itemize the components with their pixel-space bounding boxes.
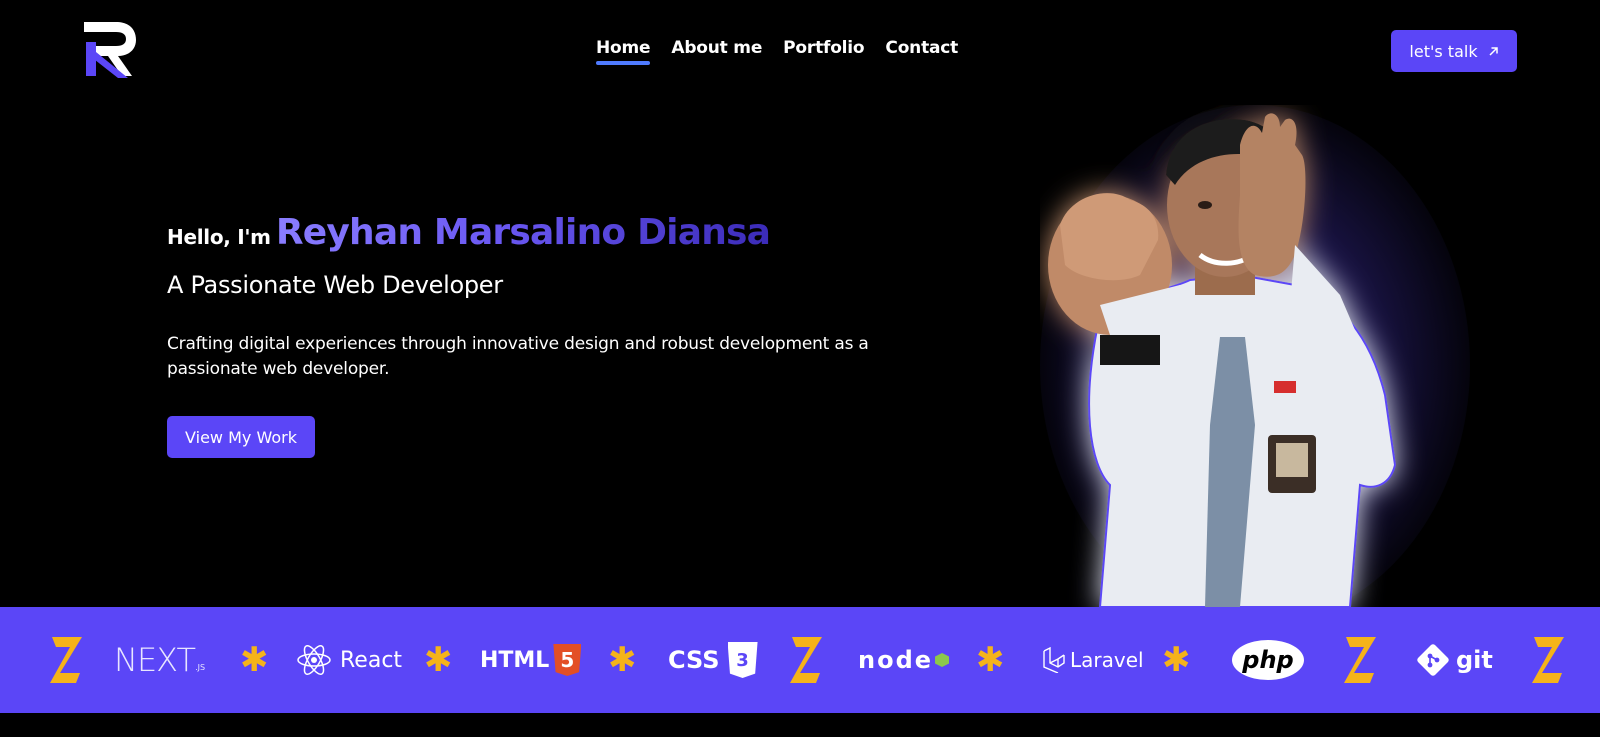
css3-logo: CSS 3 bbox=[668, 607, 758, 713]
react-logo: React bbox=[296, 607, 402, 713]
asterisk-icon: ✱ bbox=[424, 640, 453, 680]
hero-heading: Hello, I'm Reyhan Marsalino Diansa bbox=[167, 212, 771, 253]
tech-stack-strip: NEXT .JS ✱ React ✱ HTML 5 ✱ CSS 3 node ✱ bbox=[0, 607, 1600, 713]
view-my-work-button[interactable]: View My Work bbox=[167, 416, 315, 458]
nodejs-hex-icon bbox=[935, 653, 950, 667]
css3-badge: 3 bbox=[727, 642, 758, 678]
django-logo-icon bbox=[1532, 637, 1564, 683]
nav-home[interactable]: Home bbox=[596, 38, 651, 65]
asterisk-icon: ✱ bbox=[608, 640, 637, 680]
hero-description: Crafting digital experiences through inn… bbox=[167, 334, 869, 379]
arrow-up-right-icon bbox=[1489, 46, 1498, 56]
git-logo: git bbox=[1416, 607, 1493, 713]
django-logo-icon bbox=[790, 637, 822, 683]
django-logo-icon bbox=[1344, 637, 1376, 683]
laravel-label: Laravel bbox=[1070, 648, 1144, 672]
laravel-icon bbox=[1043, 647, 1065, 673]
hero-name: Reyhan Marsalino Diansa bbox=[275, 212, 771, 253]
laravel-logo: Laravel bbox=[1042, 607, 1144, 713]
asterisk-icon: ✱ bbox=[1162, 640, 1191, 680]
php-logo: php bbox=[1232, 607, 1304, 713]
react-icon bbox=[297, 645, 331, 675]
node-label: node bbox=[858, 646, 934, 674]
logo-icon[interactable] bbox=[82, 20, 138, 80]
lets-talk-button[interactable]: let's talk bbox=[1391, 30, 1517, 72]
nextjs-suffix: .JS bbox=[195, 662, 206, 672]
main-nav: Home About me Portfolio Contact bbox=[596, 38, 979, 65]
greeting-text: Hello, I'm bbox=[167, 225, 271, 249]
nav-about[interactable]: About me bbox=[671, 38, 762, 64]
django-logo-icon bbox=[50, 637, 82, 683]
css-label: CSS bbox=[668, 646, 720, 674]
asterisk-icon: ✱ bbox=[240, 640, 269, 680]
nav-portfolio[interactable]: Portfolio bbox=[783, 38, 864, 64]
nodejs-logo: node bbox=[858, 607, 950, 713]
html-label: HTML bbox=[480, 647, 550, 673]
nextjs-label: NEXT bbox=[114, 641, 196, 679]
html5-badge: 5 bbox=[553, 644, 582, 676]
lets-talk-label: let's talk bbox=[1409, 41, 1478, 61]
asterisk-icon: ✱ bbox=[976, 640, 1005, 680]
php-label: php bbox=[1232, 640, 1304, 680]
hero-subtitle: A Passionate Web Developer bbox=[167, 271, 503, 299]
react-label: React bbox=[340, 647, 403, 673]
nav-contact[interactable]: Contact bbox=[885, 38, 958, 64]
git-label: git bbox=[1456, 646, 1493, 674]
html5-logo: HTML 5 bbox=[480, 607, 582, 713]
profile-photo bbox=[1040, 105, 1470, 607]
nextjs-logo: NEXT .JS bbox=[114, 607, 205, 713]
git-icon bbox=[1417, 644, 1449, 676]
